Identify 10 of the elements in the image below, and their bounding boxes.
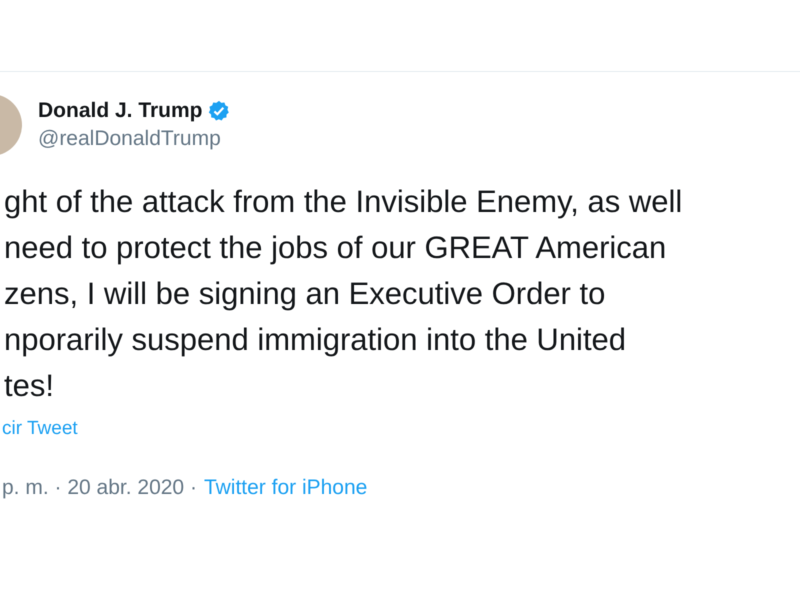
tweet-text-line: ght of the attack from the Invisible Enemy, as well bbox=[4, 183, 684, 221]
tweet-text-line: tes! bbox=[4, 367, 55, 405]
author-name[interactable]: Donald J. Trump bbox=[38, 97, 203, 125]
translate-tweet-link[interactable]: cir Tweet bbox=[2, 418, 78, 439]
tweet-text-line: nporarily suspend immigration into the United bbox=[4, 321, 628, 359]
tweet-timestamp[interactable]: p. m. · 20 abr. 2020 · bbox=[2, 472, 197, 503]
author-handle[interactable]: @realDonaldTrump bbox=[38, 125, 230, 153]
tweet-text-line: need to protect the jobs of our GREAT American bbox=[4, 229, 668, 267]
source-link[interactable]: Twitter for iPhone bbox=[204, 472, 368, 503]
tweet-text-line: zens, I will be signing an Executive Order to bbox=[4, 275, 606, 313]
